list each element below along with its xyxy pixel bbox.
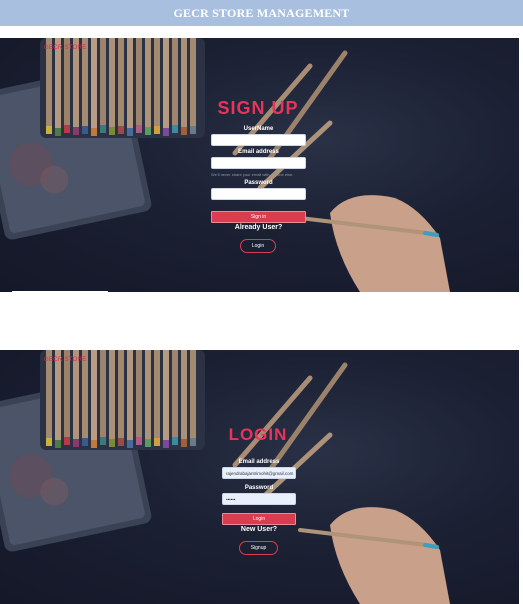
password-input[interactable]: •••••• — [222, 493, 296, 505]
document-title: GECR STORE MANAGEMENT — [0, 0, 523, 26]
username-label: UserName — [243, 126, 274, 132]
email-label: Email address — [238, 149, 279, 155]
signup-button[interactable]: Signup — [239, 541, 278, 555]
password-label: Password — [244, 485, 274, 491]
email-input[interactable]: rajendrabajantrimohit@gmail.com — [222, 467, 296, 479]
login-screenshot: GECR STORE LOGIN Email address rajendrab… — [0, 350, 519, 604]
password-label: Password — [244, 180, 273, 186]
signup-heading: SIGN UP — [217, 98, 299, 118]
login-heading: LOGIN — [228, 425, 288, 444]
email-label: Email address — [238, 459, 280, 465]
login-button[interactable]: Login — [222, 513, 296, 525]
signin-button[interactable]: Sign in — [211, 211, 306, 223]
already-user-text: Already User? — [234, 224, 283, 231]
email-hint-text: We'll never share your email with anyone… — [211, 172, 294, 177]
brand-logo-text: GECR STORE — [44, 357, 87, 363]
username-input[interactable] — [211, 134, 306, 146]
divider-line — [12, 291, 108, 292]
new-user-text: New User? — [240, 526, 278, 533]
password-input[interactable] — [211, 188, 306, 200]
signup-screenshot: GECR STORE SIGN UP UserName Email addres… — [0, 38, 519, 292]
login-button[interactable]: Login — [240, 239, 276, 253]
brand-logo-text: GECR STORE — [44, 45, 87, 51]
email-input[interactable] — [211, 157, 306, 169]
